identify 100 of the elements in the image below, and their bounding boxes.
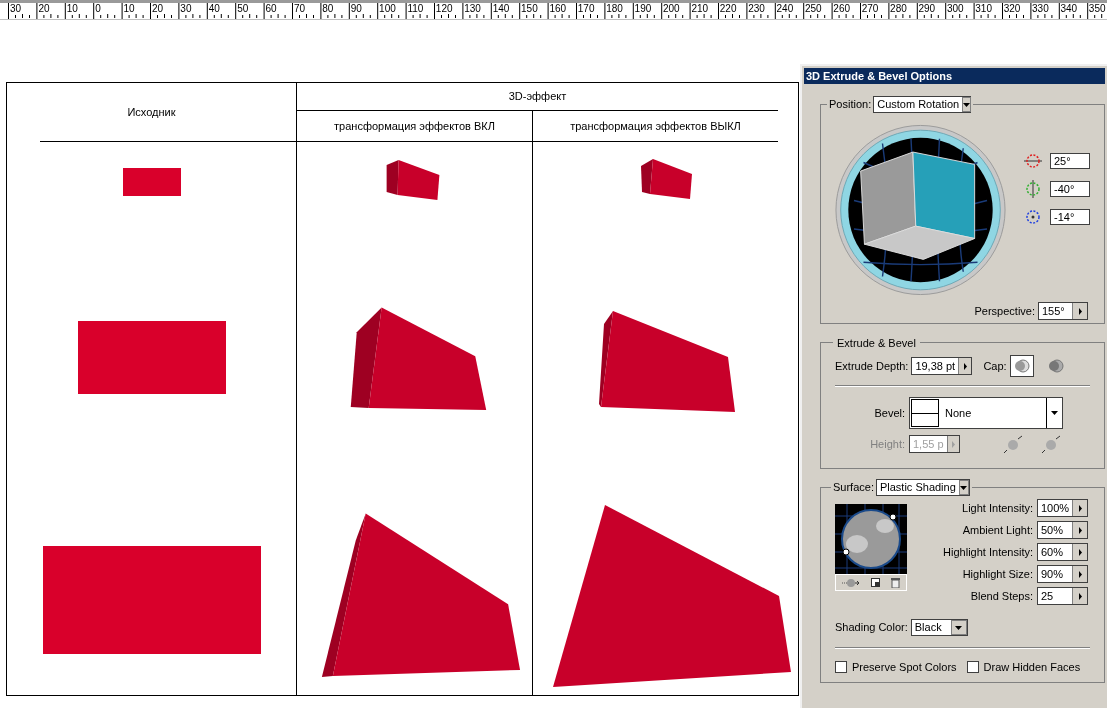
surface-setting-label: Blend Steps: xyxy=(970,588,1033,604)
ruler-label: 350 xyxy=(1088,3,1106,14)
ruler-label: 180 xyxy=(606,3,623,14)
ruler-label: 110 xyxy=(407,3,424,14)
ruler-label: 30 xyxy=(10,3,22,14)
ruler-label: 290 xyxy=(918,3,936,14)
caret-icon xyxy=(1051,411,1058,415)
checkbox[interactable] xyxy=(835,661,847,674)
rotation-angle-field[interactable]: -40° xyxy=(1050,181,1090,197)
rotation-cube-dial[interactable] xyxy=(835,122,1006,298)
rotation-angle-field[interactable]: -14° xyxy=(1050,209,1090,225)
ruler-label: 70 xyxy=(293,3,306,14)
ruler-label: 10 xyxy=(66,3,78,14)
surface-setting-field[interactable]: 100% xyxy=(1037,499,1088,517)
shading-color-dropdown[interactable]: Black xyxy=(910,619,968,636)
ruler-label: 100 xyxy=(379,3,396,14)
extruded-shape xyxy=(641,159,692,199)
position-dropdown[interactable]: Custom Rotation xyxy=(873,96,972,113)
checkbox-label: Draw Hidden Faces xyxy=(983,660,1081,675)
extrude-depth-label: Extrude Depth: xyxy=(835,358,909,374)
new-light-icon[interactable] xyxy=(871,578,880,587)
ruler-label: 50 xyxy=(237,3,249,14)
perspective-label: Perspective: xyxy=(974,303,1035,319)
arrow-icon xyxy=(1077,526,1083,534)
ruler-label: 0 xyxy=(95,3,101,14)
arrow-icon xyxy=(1077,548,1083,556)
ruler-label: 120 xyxy=(435,3,453,14)
surface-setting-label: Highlight Size: xyxy=(962,566,1033,582)
surface-setting-label: Highlight Intensity: xyxy=(943,544,1033,560)
arrow-icon xyxy=(1077,570,1083,578)
ruler-label: 30 xyxy=(180,3,192,14)
caret-icon xyxy=(955,625,963,630)
shading-color-label: Shading Color: xyxy=(835,620,908,636)
light-move-icon[interactable] xyxy=(841,577,860,588)
arrow-icon xyxy=(1077,307,1083,315)
rotation-axis-icon xyxy=(1024,180,1042,198)
surface-setting-field[interactable]: 60% xyxy=(1037,543,1088,561)
cap-label: Cap: xyxy=(983,358,1007,374)
caret-icon xyxy=(960,485,968,490)
caret-icon xyxy=(963,102,971,107)
arrow-icon xyxy=(1077,504,1083,512)
arrow-icon xyxy=(962,362,968,370)
ruler-label: 20 xyxy=(38,3,50,14)
surface-setting-field[interactable]: 50% xyxy=(1037,521,1088,539)
perspective-field[interactable]: 155° xyxy=(1038,302,1088,320)
ruler-label: 340 xyxy=(1060,3,1078,14)
ruler-label: 170 xyxy=(577,3,595,14)
ruler-label: 90 xyxy=(350,3,362,14)
ruler-label: 10 xyxy=(123,3,135,14)
ruler-label: 300 xyxy=(946,3,964,14)
ruler-label: 80 xyxy=(322,3,334,14)
trash-icon[interactable] xyxy=(891,577,901,588)
extruded-shape xyxy=(386,160,440,200)
ruler-label: 270 xyxy=(861,3,879,14)
window-title: 3D Extrude & Bevel Options xyxy=(804,68,1105,84)
ruler-label: 210 xyxy=(691,3,709,14)
rotation-axis-icon xyxy=(1024,208,1042,226)
rotation-axis-icon xyxy=(1024,152,1042,170)
arrow-icon xyxy=(1077,592,1083,600)
checkbox[interactable] xyxy=(966,661,979,674)
ruler-label: 190 xyxy=(634,3,652,14)
ruler-label: 160 xyxy=(549,3,567,14)
ruler-label: 260 xyxy=(833,3,850,14)
ruler-label: 200 xyxy=(663,3,680,14)
ruler-label: 20 xyxy=(151,3,164,14)
surface-setting-label: Ambient Light: xyxy=(962,522,1033,538)
height-label: Height: xyxy=(869,436,905,452)
column-header: трансформация эффектов ВЫКЛ xyxy=(570,118,741,134)
checkbox-label: Preserve Spot Colors xyxy=(852,660,957,675)
ruler-label: 130 xyxy=(464,3,481,14)
surface-label: Surface: xyxy=(833,480,874,496)
ruler-label: 280 xyxy=(890,3,907,14)
rotation-angle-field[interactable]: 25° xyxy=(1050,153,1090,169)
surface-setting-field[interactable]: 90% xyxy=(1037,565,1088,583)
extrude-depth-field[interactable]: 19,38 pt xyxy=(911,357,973,375)
arrow-icon xyxy=(950,440,956,448)
surface-setting-label: Light Intensity: xyxy=(962,500,1033,516)
cap-button[interactable] xyxy=(1009,355,1034,377)
flat-rectangle xyxy=(123,168,181,196)
surface-setting-field[interactable]: 25 xyxy=(1037,587,1088,605)
ruler-label: 220 xyxy=(719,3,737,14)
ruler-label: 230 xyxy=(748,3,765,14)
ruler-label: 320 xyxy=(1003,3,1021,14)
ruler-label: 330 xyxy=(1032,3,1049,14)
column-header: 3D-эффект xyxy=(508,89,567,105)
bevel-preview-icon xyxy=(911,399,939,427)
cap-icon xyxy=(1013,358,1030,374)
column-header: трансформация эффектов ВКЛ xyxy=(334,118,495,134)
column-header: Исходник xyxy=(127,104,176,120)
lighting-sphere-preview[interactable] xyxy=(835,504,907,574)
surface-dropdown[interactable]: Plastic Shading xyxy=(875,479,970,496)
ruler-label: 250 xyxy=(804,3,822,14)
ruler-label: 310 xyxy=(975,3,992,14)
ruler-label: 60 xyxy=(265,3,277,14)
cap-icon xyxy=(1047,358,1064,374)
ruler-label: 150 xyxy=(521,3,538,14)
ruler-label: 140 xyxy=(492,3,510,14)
ruler-label: 240 xyxy=(776,3,794,14)
bevel-dropdown[interactable]: None xyxy=(909,397,1063,429)
ruler-label: 40 xyxy=(208,3,220,14)
